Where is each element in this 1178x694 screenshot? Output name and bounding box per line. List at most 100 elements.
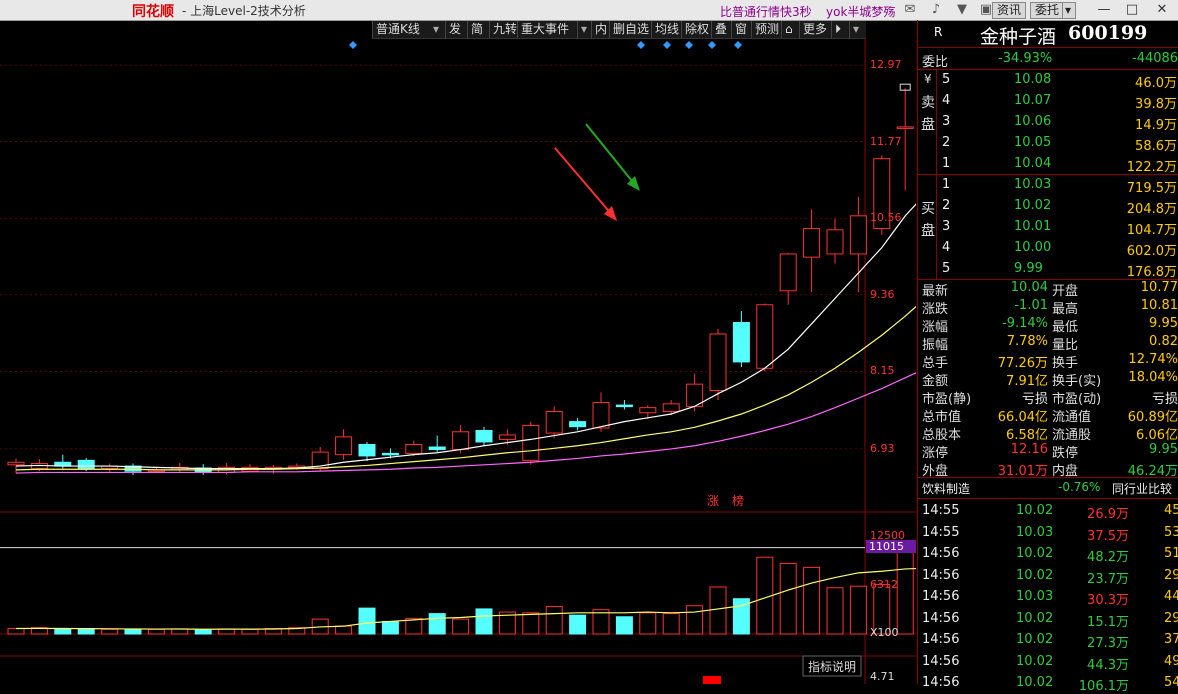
more-chevron-icon[interactable]: ▾ bbox=[849, 21, 862, 38]
ask-level: 5 bbox=[942, 72, 951, 87]
candle-body bbox=[896, 126, 914, 129]
maximize-icon[interactable]: □ bbox=[1118, 1, 1146, 18]
volume-axis-label: 6312 bbox=[870, 577, 898, 591]
mail-icon[interactable]: ✉ bbox=[902, 2, 918, 17]
tick-count: 45 bbox=[1164, 503, 1178, 518]
candle-body bbox=[475, 430, 493, 443]
stat-value: 60.89亿 bbox=[1127, 410, 1178, 425]
promo-ticker[interactable]: 比普通行情快3秒 bbox=[720, 3, 812, 20]
volume-bar bbox=[686, 605, 704, 635]
app-logo: 同花顺 bbox=[132, 4, 174, 20]
minimize-icon[interactable]: — bbox=[1090, 1, 1118, 18]
toolbar-delete-watchlist[interactable]: 删自选 bbox=[609, 21, 652, 38]
stat-label: 涨停 bbox=[922, 446, 949, 461]
ask-volume: 122.2万 bbox=[1126, 160, 1177, 175]
kline-type-chevron-icon[interactable]: ▾ bbox=[430, 21, 442, 38]
industry-compare-button[interactable]: 同行业比较 bbox=[1112, 480, 1172, 497]
candle-body bbox=[335, 436, 353, 456]
industry-row[interactable]: 饮料制造 -0.76% 同行业比较 bbox=[918, 478, 1178, 499]
stat-value: 亏损 bbox=[1021, 392, 1048, 407]
bell-icon[interactable]: ♪ bbox=[928, 2, 944, 17]
toolbar-window[interactable]: 窗 bbox=[731, 21, 750, 38]
ask-row[interactable]: 3 10.06 14.9万 bbox=[918, 112, 1178, 133]
lock-icon[interactable]: ⌂ bbox=[781, 21, 796, 38]
toolbar-major-events[interactable]: 重大事件 bbox=[517, 21, 572, 38]
stat-value: 6.06亿 bbox=[1136, 428, 1178, 443]
ma-line-pink bbox=[15, 372, 916, 474]
volume-bar bbox=[803, 566, 821, 635]
volume-bar bbox=[779, 562, 797, 635]
bid-row[interactable]: 1 10.03 719.5万 bbox=[918, 175, 1178, 196]
volume-bar bbox=[147, 628, 165, 635]
volume-bar bbox=[428, 613, 446, 635]
tick-volume: 27.3万 bbox=[1087, 636, 1129, 651]
bid-price: 10.03 bbox=[1014, 177, 1052, 192]
bid-row[interactable]: 4 10.00 602.0万 bbox=[918, 238, 1178, 259]
play-icon[interactable]: ⏵ bbox=[831, 21, 844, 38]
volume-bar bbox=[615, 616, 633, 635]
ask-row[interactable]: 4 10.07 39.8万 bbox=[918, 91, 1178, 112]
kline-chart[interactable]: 12.61涨榜指标说明 bbox=[0, 38, 916, 684]
user-name[interactable]: yok半城梦殇 bbox=[826, 3, 895, 20]
bid-row[interactable]: 2 10.02 204.8万 bbox=[918, 196, 1178, 217]
bid-row[interactable]: 3 10.01 104.7万 bbox=[918, 217, 1178, 238]
toolbar-jian[interactable]: 简 bbox=[467, 21, 486, 38]
tick-row: 14:56 10.02 15.1万 29 bbox=[918, 608, 1178, 630]
stat-label: 跌停 bbox=[1052, 446, 1079, 461]
candle-body bbox=[498, 434, 516, 440]
stats-row: 振幅 7.78% 量比 0.82 bbox=[918, 334, 1178, 353]
trade-button[interactable]: 委托 bbox=[1030, 2, 1065, 19]
volume-unit-label: X100 bbox=[870, 626, 899, 639]
ask-price: 10.04 bbox=[1014, 156, 1052, 171]
stat-label: 流通值 bbox=[1052, 410, 1092, 425]
stat-value: -9.14% bbox=[1002, 316, 1048, 331]
toolbar-exright[interactable]: 除权 bbox=[681, 21, 712, 38]
bid-row[interactable]: 5 9.99 176.8万 bbox=[918, 259, 1178, 280]
volume-bar bbox=[194, 629, 212, 635]
tick-row: 14:56 10.02 44.3万 49 bbox=[918, 651, 1178, 673]
toolbar-forecast[interactable]: 预测 bbox=[751, 21, 782, 38]
stat-value: 亏损 bbox=[1151, 392, 1178, 407]
candle-body bbox=[545, 410, 563, 434]
volume-marker-label: 11015 bbox=[866, 539, 916, 553]
chart-annotations: 12.61涨榜指标说明 bbox=[349, 41, 911, 684]
close-icon[interactable]: ✕ bbox=[1148, 1, 1176, 18]
stat-label: 最高 bbox=[1052, 302, 1079, 317]
toolbar-more[interactable]: 更多 bbox=[799, 21, 830, 38]
toolbar-overlay[interactable]: 叠 bbox=[711, 21, 730, 38]
stat-label: 总股本 bbox=[922, 428, 962, 443]
toolbar-fa[interactable]: 发 bbox=[445, 21, 464, 38]
bid-level: 2 bbox=[942, 198, 951, 213]
ask-level: 3 bbox=[942, 114, 951, 129]
events-chevron-icon[interactable]: ▾ bbox=[577, 21, 590, 38]
chart-toolbar: 普通K线 ▾ 发 简 九转 重大事件 ▾ 内 删自选 均线 除权 叠 窗 预测 … bbox=[372, 21, 866, 39]
tick-price: 10.03 bbox=[1016, 589, 1054, 604]
candle-body bbox=[592, 402, 610, 429]
moving-average-lines bbox=[15, 203, 916, 474]
tick-count: 51 bbox=[1164, 546, 1178, 561]
stat-label: 流通股 bbox=[1052, 428, 1092, 443]
tick-count: 29 bbox=[1164, 610, 1178, 626]
sell-side-label: 卖盘 bbox=[921, 95, 935, 133]
shirt-icon[interactable]: ▼ bbox=[954, 2, 970, 17]
stat-value: 9.95 bbox=[1149, 316, 1178, 331]
volume-bar bbox=[896, 544, 914, 635]
news-button[interactable]: 资讯 bbox=[992, 2, 1027, 19]
toolbar-jiuzhuan[interactable]: 九转 bbox=[489, 21, 520, 38]
volume-bar bbox=[101, 628, 119, 635]
bid-level: 1 bbox=[942, 177, 951, 192]
toolbar-ma[interactable]: 均线 bbox=[651, 21, 682, 38]
trade-dropdown-icon[interactable]: ▾ bbox=[1062, 2, 1076, 19]
toolbar-nei[interactable]: 内 bbox=[591, 21, 610, 38]
volume-bars bbox=[0, 544, 916, 635]
stat-label: 量比 bbox=[1052, 338, 1079, 353]
stock-name: 金种子酒 bbox=[980, 26, 1057, 48]
ask-row[interactable]: 2 10.05 58.6万 bbox=[918, 133, 1178, 154]
volume-bar bbox=[569, 614, 587, 635]
tick-time: 14:55 bbox=[922, 524, 960, 540]
candle-body bbox=[756, 304, 774, 369]
tick-price: 10.02 bbox=[1016, 632, 1054, 647]
ask-row[interactable]: 1 10.04 122.2万 bbox=[918, 154, 1178, 175]
ask-row[interactable]: 5 10.08 46.0万 bbox=[918, 70, 1178, 91]
stat-value: 7.91亿 bbox=[1006, 374, 1048, 389]
